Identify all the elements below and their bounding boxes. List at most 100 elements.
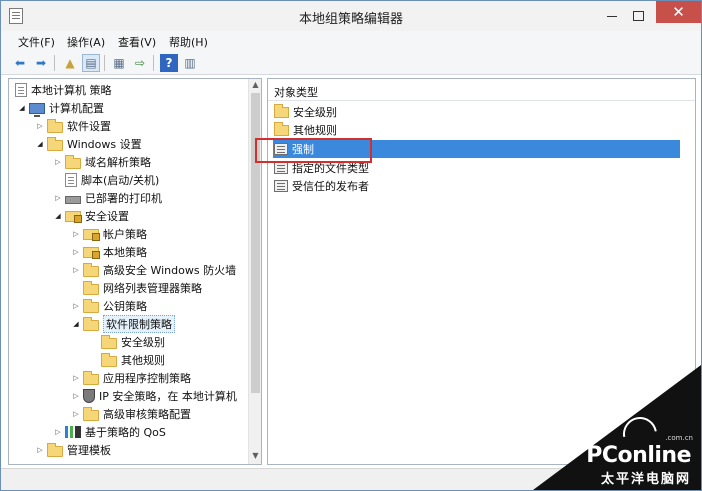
folder-icon	[83, 298, 99, 313]
tree-node-label: 应用程序控制策略	[103, 372, 191, 385]
menu-help[interactable]: 帮助(H)	[169, 34, 208, 50]
policy-setting-icon	[274, 162, 288, 174]
tree-node-ip-security[interactable]: ▷ IP 安全策略，在 本地计算机	[71, 387, 237, 405]
expand-arrow-icon[interactable]: ◢	[17, 104, 27, 112]
collapse-arrow-icon[interactable]: ▷	[71, 266, 81, 274]
menu-file[interactable]: 文件(F)	[18, 34, 55, 50]
tree-node-label: 软件限制策略	[103, 315, 175, 333]
tree-node-label: 高级安全 Windows 防火墙	[103, 264, 237, 277]
tree-node-label: Windows 设置	[67, 138, 142, 151]
title-bar[interactable]: 本地组策略编辑器 ✕	[1, 1, 701, 31]
list-item[interactable]: 安全级别	[273, 103, 337, 121]
tree-node-label: IP 安全策略，在 本地计算机	[99, 390, 237, 403]
tree-node-label: 本地计算机 策略	[31, 84, 112, 97]
tree-node-label: 其他规则	[121, 354, 165, 367]
policy-tree: 本地计算机 策略 ◢ 计算机配置 ▷ 软件设置 ◢ Windows 设置 ▷ 域	[9, 79, 249, 464]
expand-arrow-icon[interactable]: ◢	[35, 140, 45, 148]
watermark-logo: PConline	[586, 443, 691, 468]
tree-node-audit-config[interactable]: ▷ 高级审核策略配置	[71, 405, 191, 423]
collapse-arrow-icon[interactable]: ▷	[71, 392, 81, 400]
tree-node-qos[interactable]: ▷ 基于策略的 QoS	[53, 423, 166, 441]
tree-node-label: 帐户策略	[103, 228, 147, 241]
tree-node-firewall[interactable]: ▷ 高级安全 Windows 防火墙	[71, 261, 236, 279]
view-icon[interactable]: ▥	[181, 54, 199, 72]
folder-icon	[65, 154, 81, 169]
collapse-arrow-icon[interactable]: ▷	[71, 302, 81, 310]
ip-security-icon	[83, 389, 95, 403]
tree-scrollbar[interactable]: ▲ ▼	[248, 79, 261, 464]
tree-node-admin-templates[interactable]: ▷ 管理模板	[35, 441, 111, 459]
collapse-arrow-icon[interactable]: ▷	[53, 428, 63, 436]
tree-node-root[interactable]: 本地计算机 策略	[13, 81, 112, 99]
scroll-down-arrow-icon[interactable]: ▼	[251, 451, 260, 463]
properties-icon[interactable]: ▦	[110, 54, 128, 72]
back-arrow-icon[interactable]: ⬅	[11, 54, 29, 72]
collapse-arrow-icon[interactable]: ▷	[35, 446, 45, 454]
tree-node-windows-settings[interactable]: ◢ Windows 设置	[35, 135, 142, 153]
folder-icon	[47, 118, 63, 133]
menu-action[interactable]: 操作(A)	[67, 34, 105, 50]
show-hide-tree-icon[interactable]: ▤	[82, 54, 100, 72]
folder-icon	[83, 406, 99, 421]
tree-node-network-list[interactable]: 网络列表管理器策略	[81, 279, 202, 297]
tree-node-label: 计算机配置	[49, 102, 104, 115]
expand-arrow-icon[interactable]: ◢	[53, 212, 63, 220]
tree-node-software-restriction[interactable]: ◢ 软件限制策略	[71, 315, 175, 333]
pconline-watermark: .com.cn PConline 太平洋电脑网	[533, 365, 701, 490]
folder-icon	[47, 136, 63, 151]
collapse-arrow-icon[interactable]: ▷	[71, 374, 81, 382]
collapse-arrow-icon[interactable]: ▷	[53, 194, 63, 202]
list-item[interactable]: 其他规则	[273, 121, 337, 139]
tree-node-security-levels[interactable]: 安全级别	[99, 333, 165, 351]
tree-node-account-policy[interactable]: ▷ 帐户策略	[71, 225, 147, 243]
tree-node-deployed-printers[interactable]: ▷ 已部署的打印机	[53, 189, 162, 207]
tree-node-scripts[interactable]: 脚本(启动/关机)	[63, 171, 159, 189]
toolbar-separator	[153, 55, 154, 71]
menu-bar: 文件(F) 操作(A) 查看(V) 帮助(H)	[1, 31, 701, 51]
list-item[interactable]: 受信任的发布者	[273, 177, 369, 195]
list-item-label: 安全级别	[293, 106, 337, 119]
watermark-domain: .com.cn	[665, 434, 693, 442]
tree-node-software-settings[interactable]: ▷ 软件设置	[35, 117, 111, 135]
red-highlight-annotation	[255, 138, 372, 163]
folder-icon	[101, 352, 117, 367]
collapse-arrow-icon[interactable]: ▷	[53, 158, 63, 166]
folder-icon	[47, 442, 63, 457]
close-button[interactable]: ✕	[656, 1, 701, 23]
folder-icon	[83, 370, 99, 385]
expand-arrow-icon[interactable]: ◢	[71, 320, 81, 328]
tree-node-additional-rules[interactable]: 其他规则	[99, 351, 165, 369]
collapse-arrow-icon[interactable]: ▷	[71, 410, 81, 418]
collapse-arrow-icon[interactable]: ▷	[35, 122, 45, 130]
tree-node-label: 已部署的打印机	[85, 192, 162, 205]
folder-icon	[83, 316, 99, 331]
forward-arrow-icon[interactable]: ➡	[32, 54, 50, 72]
tree-node-computer-config[interactable]: ◢ 计算机配置	[17, 99, 104, 117]
minimize-button[interactable]	[599, 1, 625, 31]
printer-icon	[65, 196, 81, 204]
tree-node-local-policy[interactable]: ▷ 本地策略	[71, 243, 147, 261]
folder-icon	[83, 262, 99, 277]
up-folder-icon[interactable]: ▲	[61, 54, 79, 72]
tree-node-public-key[interactable]: ▷ 公钥策略	[71, 297, 147, 315]
tree-node-dns-policy[interactable]: ▷ 域名解析策略	[53, 153, 151, 171]
export-list-icon[interactable]: ⇨	[131, 54, 149, 72]
tree-node-security-settings[interactable]: ◢ 安全设置	[53, 207, 129, 225]
header-divider	[268, 100, 695, 101]
tree-node-label: 公钥策略	[103, 300, 147, 313]
tree-node-app-control[interactable]: ▷ 应用程序控制策略	[71, 369, 191, 387]
scroll-up-arrow-icon[interactable]: ▲	[251, 80, 260, 92]
script-icon	[65, 173, 77, 187]
tree-node-label: 安全设置	[85, 210, 129, 223]
folder-icon	[101, 334, 117, 349]
collapse-arrow-icon[interactable]: ▷	[71, 230, 81, 238]
policy-setting-icon	[274, 180, 288, 192]
maximize-button[interactable]	[625, 1, 651, 31]
menu-view[interactable]: 查看(V)	[118, 34, 156, 50]
tree-node-label: 本地策略	[103, 246, 147, 259]
security-icon	[65, 210, 82, 223]
collapse-arrow-icon[interactable]: ▷	[71, 248, 81, 256]
help-icon[interactable]: ?	[160, 54, 178, 72]
column-header-object-type[interactable]: 对象类型	[274, 84, 318, 100]
list-item-label: 受信任的发布者	[292, 180, 369, 193]
